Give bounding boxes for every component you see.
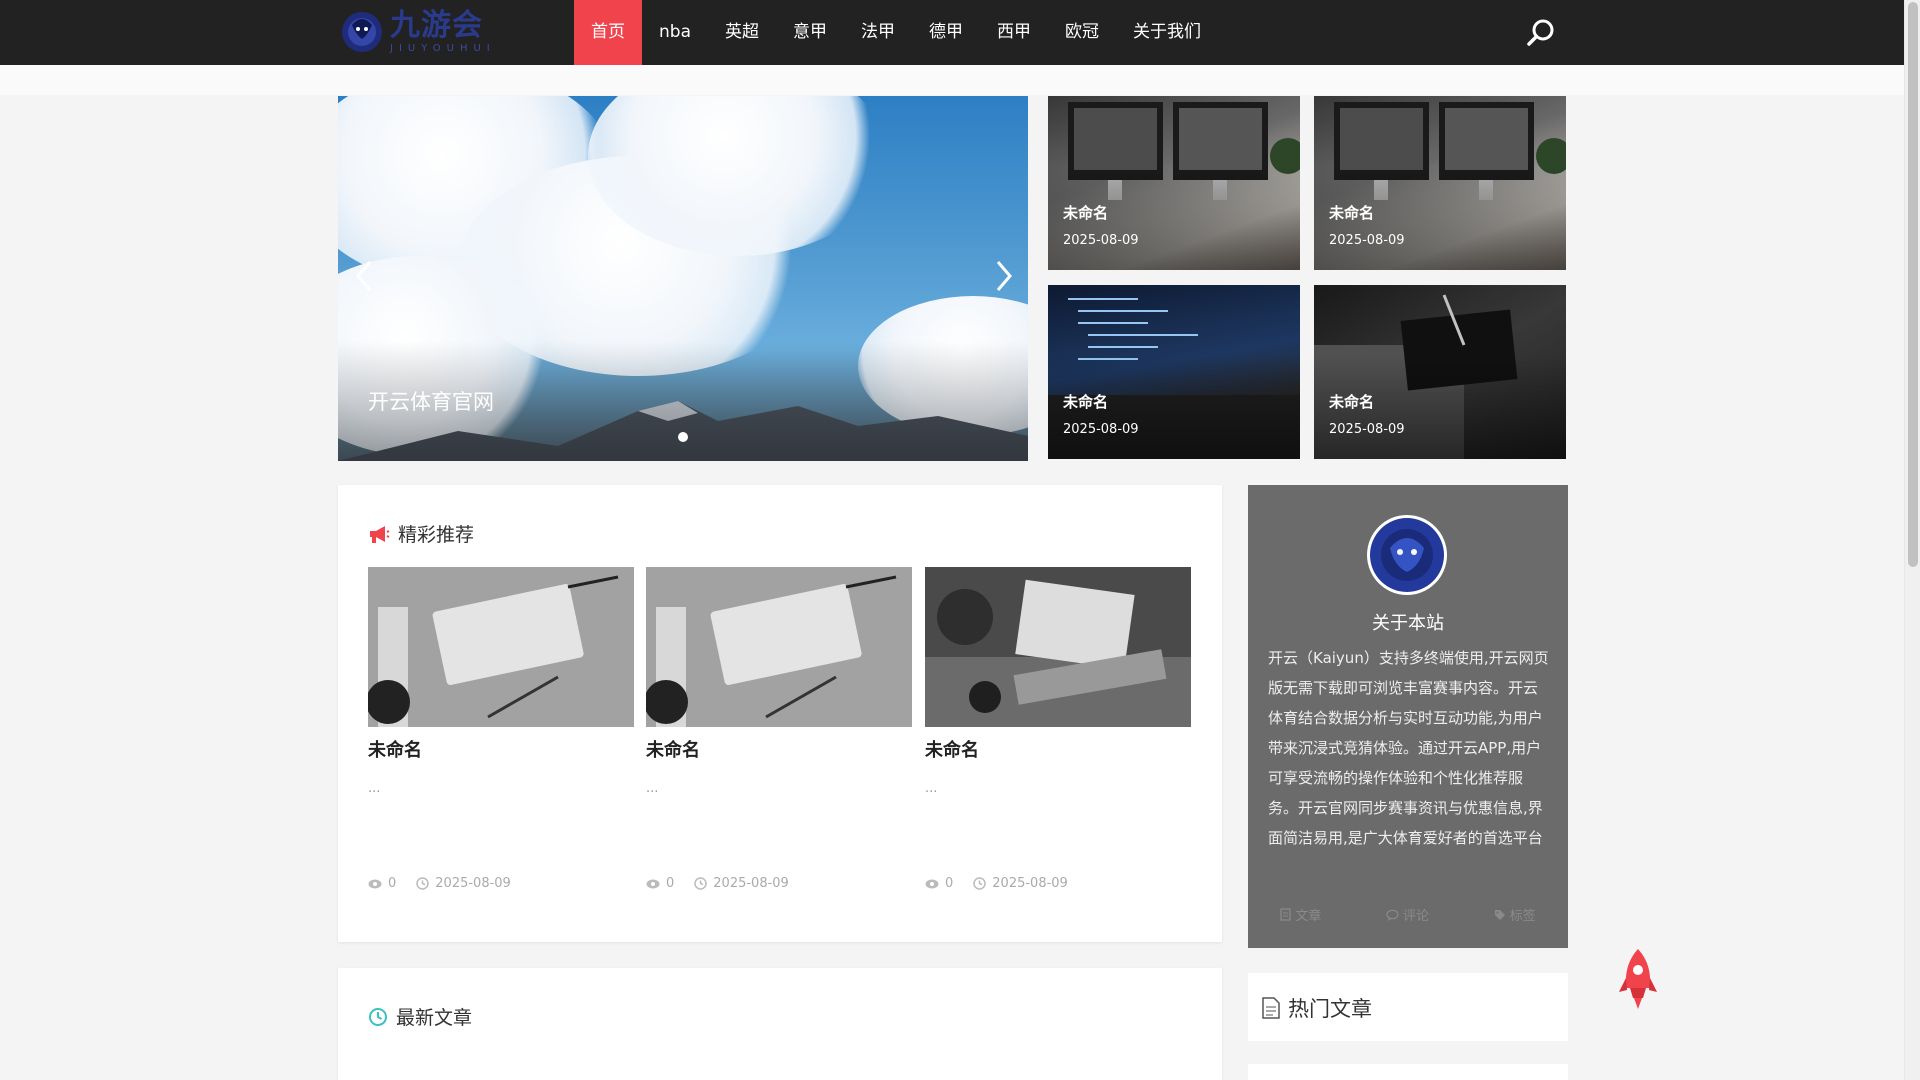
logo-emblem-icon (342, 12, 382, 52)
nav-item-home[interactable]: 首页 (574, 0, 642, 65)
scrollbar-thumb[interactable] (1908, 2, 1918, 567)
document-icon (1262, 997, 1280, 1019)
logo-text: 九游会 (390, 8, 483, 43)
keyboard-image[interactable] (646, 567, 912, 727)
nav-item-serie-a[interactable]: 意甲 (776, 0, 844, 65)
about-stats: 文章 评论 标签 (1248, 905, 1568, 924)
hot-heading: 热门文章 (1262, 993, 1372, 1023)
recommend-title: 精彩推荐 (398, 524, 475, 546)
post-date: 2025-08-09 (416, 876, 511, 891)
avatar[interactable] (1367, 515, 1447, 595)
keyboard-desk-image (368, 567, 634, 727)
comment-icon (1386, 909, 1399, 921)
featured-title[interactable]: 未命名 (1063, 391, 1108, 412)
chevron-right-icon[interactable] (988, 256, 1018, 296)
post-date: 2025-08-09 (694, 876, 789, 891)
latest-title: 最新文章 (396, 1007, 473, 1029)
slider-caption[interactable]: 开云体育官网 (368, 386, 494, 416)
view-count: 0 (646, 876, 674, 891)
recommend-card-excerpt: ... (925, 781, 938, 796)
featured-title[interactable]: 未命名 (1329, 202, 1374, 223)
featured-date: 2025-08-09 (1329, 233, 1405, 248)
clock-icon (369, 1007, 387, 1026)
site-avatar-image (1370, 518, 1444, 592)
header-spacer (0, 65, 1904, 95)
view-count: 0 (925, 876, 953, 891)
back-to-top-rocket-icon[interactable] (1618, 948, 1658, 1010)
nav-item-champions-league[interactable]: 欧冠 (1048, 0, 1116, 65)
featured-title[interactable]: 未命名 (1329, 391, 1374, 412)
recommend-panel: 精彩推荐 未命名 ... 0 2025-08-09 未命名 ... 0 2025… (338, 485, 1222, 942)
laptop-desk-image (925, 567, 1191, 727)
featured-date: 2025-08-09 (1329, 422, 1405, 437)
recommend-card[interactable]: 未命名 ... 0 2025-08-09 (646, 567, 912, 891)
nav-item-la-liga[interactable]: 西甲 (980, 0, 1048, 65)
nav-item-ligue-1[interactable]: 法甲 (844, 0, 912, 65)
featured-date: 2025-08-09 (1063, 233, 1139, 248)
view-count: 0 (368, 876, 396, 891)
about-title: 关于本站 (1372, 613, 1444, 634)
recommend-card-title[interactable]: 未命名 (368, 736, 634, 762)
eye-icon (368, 879, 382, 888)
clock-icon (973, 877, 987, 890)
chevron-left-icon[interactable] (350, 256, 380, 296)
recommend-card-excerpt: ... (646, 781, 659, 796)
slider-dot[interactable] (678, 432, 688, 442)
eye-icon (646, 879, 660, 888)
keyboard-desk-image (646, 567, 912, 727)
tag-icon (1494, 909, 1505, 920)
recommend-card[interactable]: 未命名 ... 0 2025-08-09 (925, 567, 1191, 891)
sidebar-widget (1248, 1064, 1568, 1080)
nav-item-about-us[interactable]: 关于我们 (1116, 0, 1218, 65)
about-description: 开云（Kaiyun）支持多终端使用,开云网页版无需下载即可浏览丰富赛事内容。开云… (1268, 649, 1549, 847)
clock-icon (416, 877, 430, 890)
recommend-card[interactable]: 未命名 ... 0 2025-08-09 (368, 567, 634, 891)
recommend-card-excerpt: ... (368, 781, 381, 796)
featured-date: 2025-08-09 (1063, 422, 1139, 437)
stat-comments[interactable]: 评论 (1386, 905, 1429, 924)
laptop-image[interactable] (925, 567, 1191, 727)
nav-item-nba[interactable]: nba (642, 0, 708, 65)
featured-card[interactable]: 未命名 2025-08-09 (1048, 285, 1300, 459)
main-nav: 首页 nba 英超 意甲 法甲 德甲 西甲 欧冠 关于我们 (574, 0, 1218, 65)
eye-icon (925, 879, 939, 888)
latest-heading: 最新文章 (368, 1003, 472, 1030)
featured-title[interactable]: 未命名 (1063, 202, 1108, 223)
hot-articles-widget: 热门文章 (1248, 973, 1568, 1041)
hero-slider[interactable]: 开云体育官网 (338, 96, 1028, 461)
nav-item-bundesliga[interactable]: 德甲 (912, 0, 980, 65)
featured-card[interactable]: 未命名 2025-08-09 (1314, 285, 1566, 459)
recommend-heading: 精彩推荐 (368, 520, 474, 547)
recommend-card-title[interactable]: 未命名 (646, 736, 912, 762)
page-scrollbar[interactable] (1904, 0, 1920, 1080)
site-logo[interactable]: 九游会 JIUYOUHUI (338, 3, 498, 61)
post-date: 2025-08-09 (973, 876, 1068, 891)
stat-tags[interactable]: 标签 (1494, 905, 1536, 924)
featured-card[interactable]: 未命名 2025-08-09 (1314, 96, 1566, 270)
recommend-card-title[interactable]: 未命名 (925, 736, 1191, 762)
search-icon[interactable] (1526, 17, 1556, 47)
keyboard-image[interactable] (368, 567, 634, 727)
document-icon (1280, 908, 1291, 921)
logo-subtext: JIUYOUHUI (390, 43, 496, 54)
top-navbar: 九游会 JIUYOUHUI 首页 nba 英超 意甲 法甲 德甲 西甲 欧冠 关… (0, 0, 1904, 65)
hot-title: 热门文章 (1288, 997, 1372, 1021)
about-site-widget: 关于本站 开云（Kaiyun）支持多终端使用,开云网页版无需下载即可浏览丰富赛事… (1248, 485, 1568, 948)
clock-icon (694, 877, 708, 890)
megaphone-icon (370, 525, 390, 543)
latest-panel: 最新文章 (338, 968, 1222, 1080)
stat-articles[interactable]: 文章 (1280, 905, 1321, 924)
featured-card[interactable]: 未命名 2025-08-09 (1048, 96, 1300, 270)
nav-item-premier-league[interactable]: 英超 (708, 0, 776, 65)
